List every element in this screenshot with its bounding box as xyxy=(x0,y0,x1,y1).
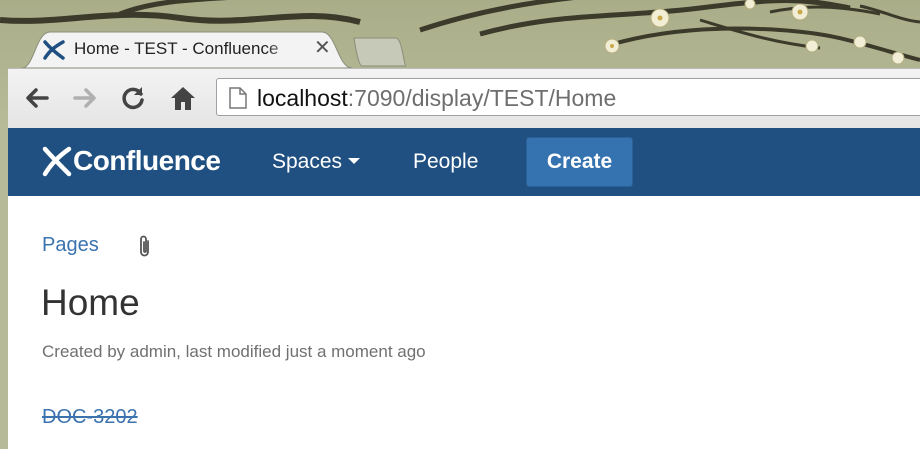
browser-chrome: Home - TEST - Confluence ✕ localhost:709… xyxy=(0,0,920,128)
browser-toolbar: localhost:7090/display/TEST/Home xyxy=(8,68,920,128)
app-header: Confluence Spaces People Create xyxy=(8,128,920,196)
window-frame xyxy=(0,128,8,449)
page-title: Home xyxy=(41,282,140,323)
nav-people-link[interactable]: People xyxy=(413,150,478,174)
confluence-logo-icon xyxy=(42,38,66,67)
nav-spaces-label: Spaces xyxy=(272,150,343,173)
new-tab-button[interactable] xyxy=(350,36,408,68)
tab-close-icon[interactable]: ✕ xyxy=(314,36,331,58)
logo-text: Confluence xyxy=(73,145,221,176)
confluence-logo-icon xyxy=(42,146,72,177)
url-text: localhost:7090/display/TEST/Home xyxy=(257,85,617,111)
back-arrow-icon[interactable] xyxy=(22,83,52,113)
active-tab[interactable]: Home - TEST - Confluence ✕ xyxy=(22,30,352,68)
page-icon xyxy=(229,87,247,114)
paperclip-icon[interactable] xyxy=(138,234,152,263)
address-bar[interactable]: localhost:7090/display/TEST/Home xyxy=(216,78,920,116)
home-icon[interactable] xyxy=(168,83,198,113)
reload-icon[interactable] xyxy=(118,83,148,113)
page-content: Pages Home Created by admin, last modifi… xyxy=(8,196,920,449)
jira-issue-link[interactable]: DOC-3202 xyxy=(42,406,138,429)
breadcrumb-pages[interactable]: Pages xyxy=(42,234,99,257)
forward-arrow-icon[interactable] xyxy=(70,83,100,113)
chevron-down-icon xyxy=(348,158,361,164)
create-button[interactable]: Create xyxy=(526,137,633,187)
tab-title: Home - TEST - Confluence xyxy=(74,39,279,58)
page-metadata: Created by admin, last modified just a m… xyxy=(42,342,426,361)
nav-spaces-menu[interactable]: Spaces xyxy=(272,150,361,174)
